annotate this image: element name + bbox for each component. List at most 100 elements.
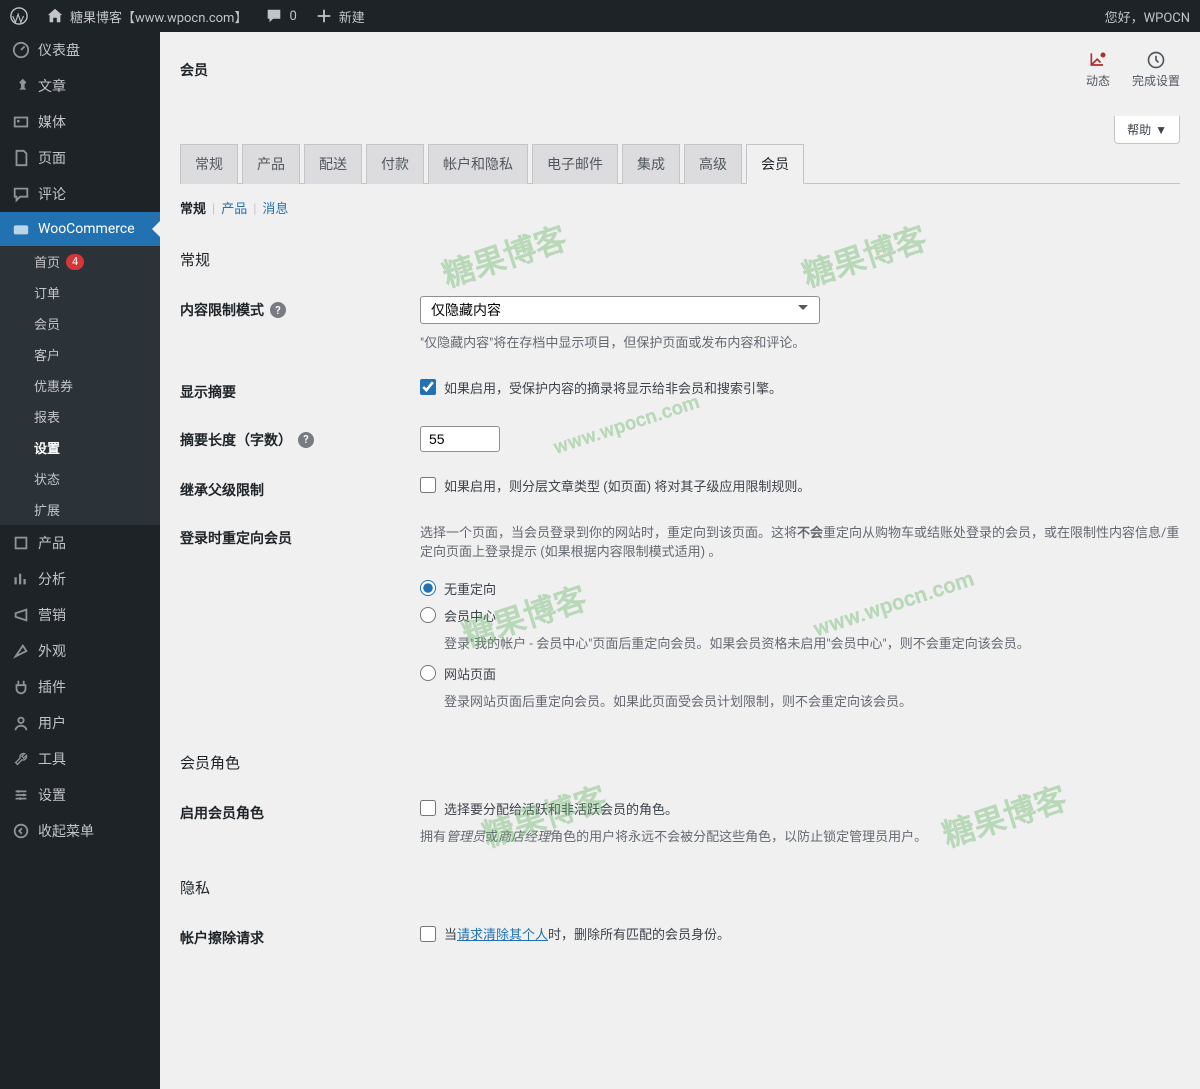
new-label: 新建: [339, 7, 365, 26]
settings-tab[interactable]: 电子邮件: [532, 144, 618, 184]
users-icon: [12, 714, 30, 732]
sidebar-item-label: 文章: [38, 76, 66, 96]
excerpt-length-input[interactable]: [420, 426, 500, 452]
sidebar-item-label: 营销: [38, 605, 66, 625]
label-redirect: 登录时重定向会员: [180, 528, 292, 548]
label-excerpt-length: 摘要长度（字数）: [180, 430, 292, 450]
erasure-checkbox[interactable]: [420, 926, 436, 942]
wp-logo-icon[interactable]: [10, 7, 28, 25]
submenu-item[interactable]: 订单: [0, 277, 160, 308]
restrict-mode-select[interactable]: 仅隐藏内容: [420, 296, 820, 324]
sidebar-item-analytics[interactable]: 分析: [0, 561, 160, 597]
setup-action[interactable]: 完成设置: [1132, 50, 1180, 89]
sidebar-item-plugins[interactable]: 插件: [0, 669, 160, 705]
submenu-item[interactable]: 首页4: [0, 246, 160, 277]
settings-tab[interactable]: 集成: [622, 144, 680, 184]
label-inherit: 继承父级限制: [180, 480, 264, 500]
sidebar-item-pin[interactable]: 文章: [0, 68, 160, 104]
help-icon[interactable]: ?: [298, 432, 314, 448]
action-label: 动态: [1086, 72, 1110, 89]
sidebar-item-label: 页面: [38, 148, 66, 168]
sidebar-item-dashboard[interactable]: 仪表盘: [0, 32, 160, 68]
product-icon: [12, 534, 30, 552]
subtab-link[interactable]: 产品: [221, 202, 247, 217]
redirect-page-desc: 登录网站页面后重定向会员。如果此页面受会员计划限制，则不会重定向该会员。: [444, 691, 1180, 710]
sidebar-item-label: WooCommerce: [38, 221, 135, 237]
sidebar-item-tools[interactable]: 工具: [0, 741, 160, 777]
comment-icon: [12, 185, 30, 203]
sidebar-item-label: 插件: [38, 677, 66, 697]
sidebar-item-settings[interactable]: 设置: [0, 777, 160, 813]
submenu-item[interactable]: 设置: [0, 432, 160, 463]
pin-icon: [12, 77, 30, 95]
label-restrict-mode: 内容限制模式: [180, 300, 264, 320]
help-tab[interactable]: 帮助 ▼: [1114, 116, 1180, 144]
site-name-link[interactable]: 糖果博客【www.wpocn.com】: [46, 7, 247, 26]
submenu-item[interactable]: 状态: [0, 463, 160, 494]
page-icon: [12, 149, 30, 167]
submenu-item[interactable]: 扩展: [0, 494, 160, 525]
media-icon: [12, 113, 30, 131]
help-icon[interactable]: ?: [270, 302, 286, 318]
settings-tab[interactable]: 高级: [684, 144, 742, 184]
inherit-text: 如果启用，则分层文章类型 (如页面) 将对其子级应用限制规则。: [444, 476, 810, 495]
label-enable-roles: 启用会员角色: [180, 803, 264, 823]
appearance-icon: [12, 642, 30, 660]
settings-tab[interactable]: 付款: [366, 144, 424, 184]
subtab-link[interactable]: 消息: [262, 202, 288, 217]
sidebar-item-users[interactable]: 用户: [0, 705, 160, 741]
redirect-center-label: 会员中心: [444, 606, 496, 625]
settings-tab[interactable]: 配送: [304, 144, 362, 184]
settings-tabs: 常规产品配送付款帐户和隐私电子邮件集成高级会员: [180, 143, 1180, 184]
woo-icon: [12, 220, 30, 238]
site-name-text: 糖果博客【www.wpocn.com】: [70, 7, 247, 26]
settings-tab[interactable]: 帐户和隐私: [428, 144, 528, 184]
subtab-link[interactable]: 常规: [180, 202, 206, 217]
submenu-item[interactable]: 报表: [0, 401, 160, 432]
show-excerpt-checkbox[interactable]: [420, 379, 436, 395]
sidebar-item-label: 收起菜单: [38, 821, 94, 841]
submenu-item[interactable]: 会员: [0, 308, 160, 339]
section-title-general: 常规: [180, 249, 1180, 270]
sidebar-item-comment[interactable]: 评论: [0, 176, 160, 212]
settings-tab[interactable]: 会员: [746, 144, 804, 184]
action-label: 完成设置: [1132, 72, 1180, 89]
submenu-item[interactable]: 客户: [0, 339, 160, 370]
sidebar-item-product[interactable]: 产品: [0, 525, 160, 561]
comment-count: 0: [289, 9, 296, 24]
user-greeting[interactable]: 您好，WPOCN: [1105, 7, 1190, 26]
restrict-mode-desc: "仅隐藏内容"将在存档中显示项目，但保护页面或发布内容和评论。: [420, 334, 1180, 354]
section-title-privacy: 隐私: [180, 877, 1180, 898]
redirect-center-radio[interactable]: [420, 607, 436, 623]
badge-count: 4: [66, 254, 84, 270]
comments-link[interactable]: 0: [265, 7, 296, 25]
submenu-item[interactable]: 优惠券: [0, 370, 160, 401]
enable-roles-checkbox[interactable]: [420, 800, 436, 816]
sidebar-item-appearance[interactable]: 外观: [0, 633, 160, 669]
sidebar-item-label: 用户: [38, 713, 66, 733]
subtabs: 常规|产品|消息: [180, 184, 1180, 231]
sidebar-item-woo[interactable]: WooCommerce: [0, 212, 160, 246]
redirect-none-radio[interactable]: [420, 580, 436, 596]
inbox-action[interactable]: 动态: [1086, 50, 1110, 89]
sidebar-item-marketing[interactable]: 营销: [0, 597, 160, 633]
redirect-page-radio[interactable]: [420, 665, 436, 681]
page-title: 会员: [180, 60, 208, 80]
label-show-excerpt: 显示摘要: [180, 382, 236, 402]
show-excerpt-text: 如果启用，受保护内容的摘录将显示给非会员和搜索引擎。: [444, 378, 782, 397]
sidebar-item-page[interactable]: 页面: [0, 140, 160, 176]
settings-tab[interactable]: 常规: [180, 144, 238, 184]
settings-tab[interactable]: 产品: [242, 144, 300, 184]
sidebar-item-label: 工具: [38, 749, 66, 769]
main-content: 会员 动态 完成设置 帮助 ▼ 常规产品配送付款帐户和隐私电子邮件集成高级会员 …: [160, 32, 1200, 1089]
sidebar-item-media[interactable]: 媒体: [0, 104, 160, 140]
erasure-link[interactable]: 请求清除其个人: [457, 928, 548, 943]
inherit-checkbox[interactable]: [420, 477, 436, 493]
label-erasure: 帐户擦除请求: [180, 928, 264, 948]
redirect-none-label: 无重定向: [444, 579, 496, 598]
dashboard-icon: [12, 41, 30, 59]
marketing-icon: [12, 606, 30, 624]
plugins-icon: [12, 678, 30, 696]
sidebar-item-collapse[interactable]: 收起菜单: [0, 813, 160, 849]
new-link[interactable]: 新建: [315, 7, 365, 26]
